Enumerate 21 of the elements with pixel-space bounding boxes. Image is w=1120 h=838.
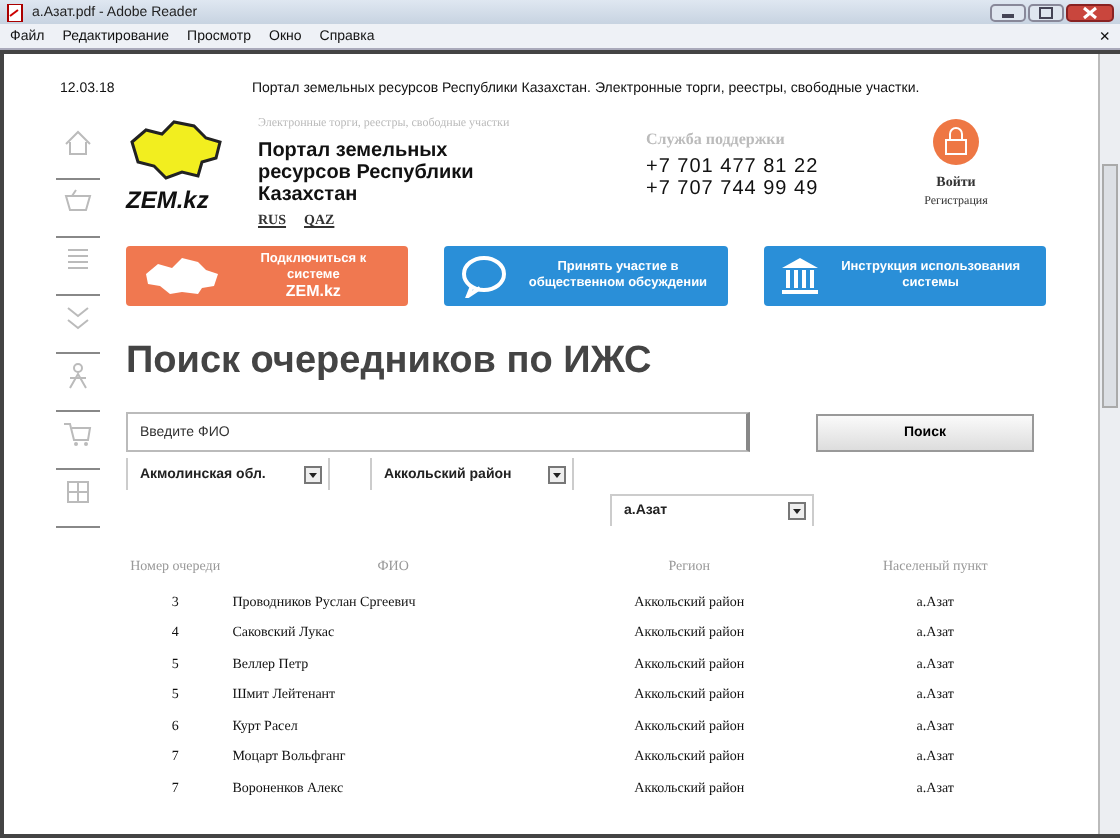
house-icon[interactable] (62, 128, 94, 160)
scrollbar-thumb[interactable] (1102, 164, 1118, 408)
portal-title: Портал земельных ресурсов Республики Казахстан (258, 140, 476, 206)
minimize-icon[interactable] (990, 3, 1026, 21)
cart-icon[interactable] (62, 418, 94, 450)
close-icon[interactable] (1066, 3, 1114, 21)
phone-number: +7 707 744 99 49 (646, 178, 821, 200)
scrollbar[interactable] (1098, 54, 1120, 834)
map-icon (142, 256, 222, 296)
page-heading: Поиск очередников по ИЖС (126, 340, 654, 386)
grid-icon[interactable] (62, 476, 94, 508)
building-icon (779, 256, 820, 296)
pdf-icon (6, 3, 24, 21)
restore-icon[interactable] (1028, 3, 1064, 21)
logo-text: ZEM.kz (126, 186, 209, 214)
phone-number: +7 701 477 81 22 (646, 156, 821, 178)
support-label: Служба поддержки (646, 130, 787, 148)
close-document-button[interactable]: × (1099, 26, 1110, 46)
map-icon (126, 118, 226, 182)
lock-icon[interactable] (932, 118, 980, 166)
chevron-icon[interactable] (62, 302, 94, 334)
